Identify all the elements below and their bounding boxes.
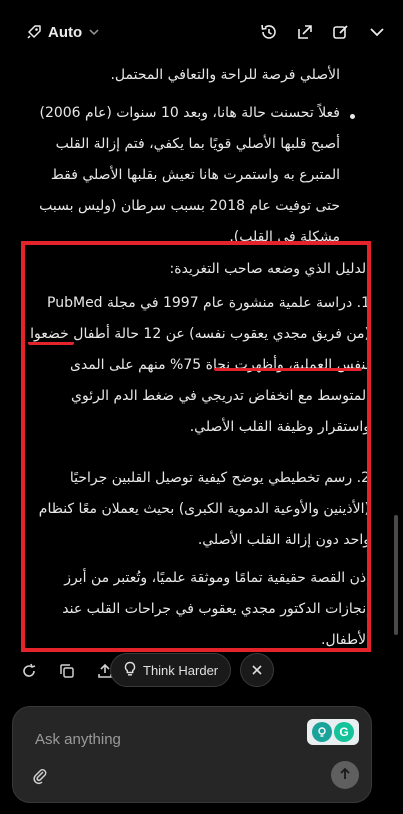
history-icon[interactable] xyxy=(255,18,283,46)
close-icon xyxy=(251,661,263,680)
send-button[interactable] xyxy=(331,761,359,789)
extension-badges[interactable]: G xyxy=(307,719,359,745)
rocket-icon xyxy=(26,24,42,40)
chevron-down-icon xyxy=(88,26,100,38)
think-harder-button[interactable]: Think Harder xyxy=(110,653,232,687)
lightbulb-icon xyxy=(123,661,137,680)
copy-icon[interactable] xyxy=(56,660,78,682)
message-input[interactable] xyxy=(33,727,297,751)
think-harder-label: Think Harder xyxy=(143,662,219,678)
annotation-underline xyxy=(214,360,362,371)
model-selector-button[interactable]: Auto xyxy=(26,20,100,44)
model-label: Auto xyxy=(48,23,83,41)
regenerate-icon[interactable] xyxy=(18,660,40,682)
chevron-down-icon[interactable] xyxy=(363,18,391,46)
external-link-icon[interactable] xyxy=(291,18,319,46)
grammarly-icon: G xyxy=(334,722,354,742)
composer: G xyxy=(12,706,372,803)
scrollbar[interactable] xyxy=(394,515,398,635)
dismiss-button[interactable] xyxy=(240,653,274,687)
arrow-up-icon xyxy=(338,766,352,785)
extension-icon xyxy=(312,722,332,742)
message-fragment: الأصلي فرصة للراحة والتعافي المحتمل. xyxy=(110,67,340,83)
annotation-underline xyxy=(28,334,74,345)
bullet-point xyxy=(350,114,355,119)
list-item: فعلاً تحسنت حالة هانا، وبعد 10 سنوات (عا… xyxy=(39,105,340,245)
edit-icon[interactable] xyxy=(327,18,355,46)
attach-icon[interactable] xyxy=(29,765,51,787)
annotation-highlight-box xyxy=(21,241,371,652)
header-actions xyxy=(223,18,403,48)
